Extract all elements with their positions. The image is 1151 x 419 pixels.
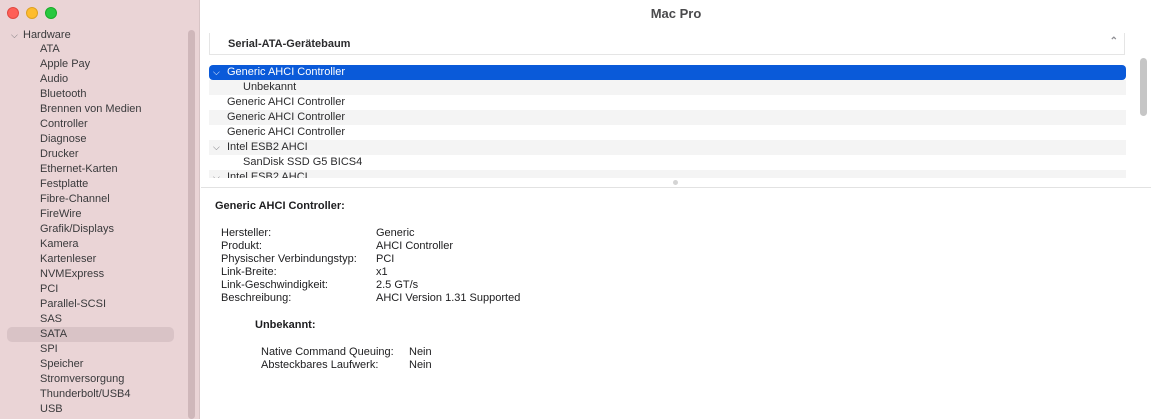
device-tree: ⌵ Generic AHCI Controller Unbekannt Generic… (209, 65, 1126, 178)
tree-row-label: Generic AHCI Controller (227, 111, 345, 123)
sidebar-item-usb[interactable]: USB (0, 402, 181, 417)
property-key: Beschreibung: (221, 292, 292, 304)
property-row: Native Command Queuing: Nein (261, 346, 761, 359)
property-row: Link-Breite: x1 (221, 266, 721, 279)
tree-row-label: Unbekannt (243, 81, 297, 93)
close-window-button[interactable] (7, 7, 19, 19)
sidebar-item-grafik-displays[interactable]: Grafik/Displays (0, 222, 181, 237)
tree-row[interactable]: Generic AHCI Controller (209, 95, 1126, 110)
property-key: Absteckbares Laufwerk: (261, 359, 379, 371)
tree-row[interactable]: Generic AHCI Controller (209, 125, 1126, 140)
sidebar-item-fibre-channel[interactable]: Fibre-Channel (0, 192, 181, 207)
sidebar-item-brennen-von-medien[interactable]: Brennen von Medien (0, 102, 181, 117)
tree-row[interactable]: Unbekannt (209, 80, 1126, 95)
tree-row[interactable]: ⌵ Intel ESB2 AHCI (209, 170, 1126, 178)
property-row: Hersteller: Generic (221, 227, 721, 240)
property-value: PCI (376, 253, 395, 265)
split-handle[interactable] (673, 180, 678, 185)
sidebar-item-spi[interactable]: SPI (0, 342, 181, 357)
zoom-window-button[interactable] (45, 7, 57, 19)
detail-pane: Generic AHCI Controller: Hersteller: Gene… (215, 200, 1135, 371)
sidebar-item-pci[interactable]: PCI (0, 282, 181, 297)
sidebar-item-thunderbolt-usb4[interactable]: Thunderbolt/USB4 (0, 387, 181, 402)
sidebar-list: ATA Apple Pay Audio Bluetooth Brennen von Me… (0, 42, 188, 417)
tree-scrollbar[interactable] (1140, 58, 1147, 116)
sidebar-item-firewire[interactable]: FireWire (0, 207, 181, 222)
property-row: Absteckbares Laufwerk: Nein (261, 359, 761, 372)
property-value: Nein (409, 359, 432, 371)
tree-row-label: Generic AHCI Controller (227, 66, 345, 78)
property-row: Physischer Verbindungstyp: PCI (221, 253, 721, 266)
property-key: Produkt: (221, 240, 262, 252)
tree-row[interactable]: ⌵ Generic AHCI Controller (209, 65, 1126, 80)
sidebar-item-ata[interactable]: ATA (0, 42, 181, 57)
sidebar-item-sata[interactable]: SATA (7, 327, 174, 342)
window-title: Mac Pro (650, 6, 702, 21)
sidebar-group-hardware[interactable]: ⌵ Hardware (11, 28, 71, 43)
sidebar-scrollbar[interactable] (188, 30, 195, 419)
property-row: Beschreibung: AHCI Version 1.31 Supported (221, 292, 721, 305)
sidebar: ⌵ Hardware ATA Apple Pay Audio Bluetooth Bre… (0, 0, 200, 419)
chevron-down-icon[interactable]: ⌵ (11, 28, 23, 43)
tree-row-label: Intel ESB2 AHCI (227, 141, 308, 153)
chevron-down-icon[interactable]: ⌵ (213, 170, 223, 178)
sidebar-item-stromversorgung[interactable]: Stromversorgung (0, 372, 181, 387)
tree-row-label: SanDisk SSD G5 BICS4 (243, 156, 363, 168)
sidebar-item-kartenleser[interactable]: Kartenleser (0, 252, 181, 267)
sidebar-item-bluetooth[interactable]: Bluetooth (0, 87, 181, 102)
main-panel: Mac Pro Serial-ATA-Gerätebaum ⌃ ⌵ Generic… (201, 0, 1151, 419)
detail-title: Generic AHCI Controller: (215, 200, 345, 212)
property-row: Produkt: AHCI Controller (221, 240, 721, 253)
minimize-window-button[interactable] (26, 7, 38, 19)
property-key: Native Command Queuing: (261, 346, 394, 358)
sidebar-item-controller[interactable]: Controller (0, 117, 181, 132)
sidebar-item-parallel-scsi[interactable]: Parallel-SCSI (0, 297, 181, 312)
tree-column-header[interactable]: Serial-ATA-Gerätebaum ⌃ (209, 33, 1125, 55)
detail-properties: Hersteller: Generic Produkt: AHCI Controlle… (221, 227, 721, 305)
tree-row-label: Generic AHCI Controller (227, 96, 345, 108)
detail-sub-properties: Native Command Queuing: Nein Absteckbares … (261, 346, 761, 372)
chevron-down-icon[interactable]: ⌵ (213, 65, 223, 80)
property-key: Physischer Verbindungstyp: (221, 253, 357, 265)
property-value: Generic (376, 227, 415, 239)
property-value: Nein (409, 346, 432, 358)
tree-header-label: Serial-ATA-Gerätebaum (228, 37, 351, 50)
sidebar-item-festplatte[interactable]: Festplatte (0, 177, 181, 192)
sidebar-item-apple-pay[interactable]: Apple Pay (0, 57, 181, 72)
tree-row[interactable]: Generic AHCI Controller (209, 110, 1126, 125)
tree-row-label: Intel ESB2 AHCI (227, 171, 308, 178)
property-value: AHCI Controller (376, 240, 454, 252)
property-value: x1 (376, 266, 388, 278)
property-value: AHCI Version 1.31 Supported (376, 292, 521, 304)
sidebar-group-label: Hardware (23, 29, 71, 41)
property-key: Link-Geschwindigkeit: (221, 279, 328, 291)
sidebar-item-diagnose[interactable]: Diagnose (0, 132, 181, 147)
sidebar-item-drucker[interactable]: Drucker (0, 147, 181, 162)
sidebar-item-sas[interactable]: SAS (0, 312, 181, 327)
property-key: Hersteller: (221, 227, 272, 239)
chevron-up-icon[interactable]: ⌃ (1110, 36, 1118, 47)
tree-row[interactable]: ⌵ Intel ESB2 AHCI (209, 140, 1126, 155)
property-row: Link-Geschwindigkeit: 2.5 GT/s (221, 279, 721, 292)
window-controls (7, 7, 57, 19)
sidebar-item-speicher[interactable]: Speicher (0, 357, 181, 372)
tree-row[interactable]: SanDisk SSD G5 BICS4 (209, 155, 1126, 170)
property-key: Link-Breite: (221, 266, 277, 278)
split-divider[interactable] (201, 178, 1151, 188)
sidebar-item-nvmexpress[interactable]: NVMExpress (0, 267, 181, 282)
property-value: 2.5 GT/s (376, 279, 419, 291)
tree-row-label: Generic AHCI Controller (227, 126, 345, 138)
sidebar-item-kamera[interactable]: Kamera (0, 237, 181, 252)
sidebar-item-ethernet-karten[interactable]: Ethernet-Karten (0, 162, 181, 177)
sidebar-item-audio[interactable]: Audio (0, 72, 181, 87)
detail-subtitle: Unbekannt: (255, 319, 316, 331)
chevron-down-icon[interactable]: ⌵ (213, 140, 223, 155)
